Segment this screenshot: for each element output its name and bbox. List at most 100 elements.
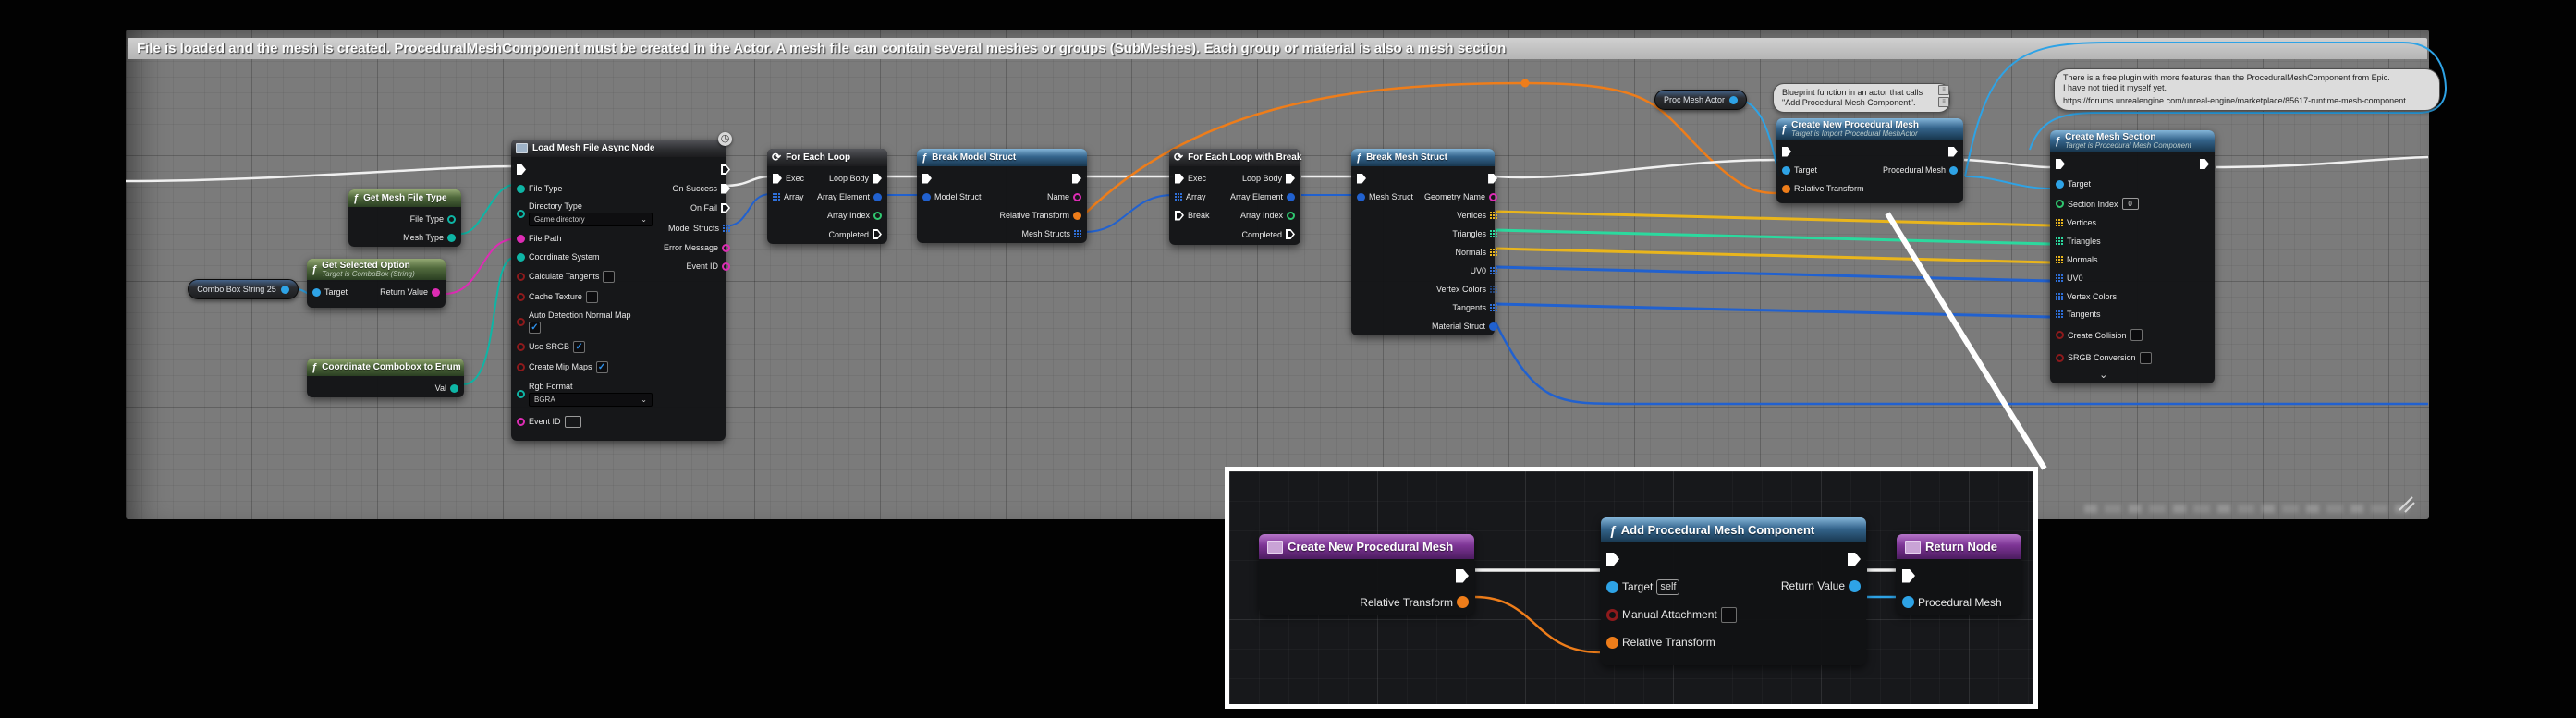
break-model-struct-header[interactable]: ƒBreak Model Struct xyxy=(917,149,1087,166)
array-pin[interactable] xyxy=(1175,193,1182,201)
checkbox[interactable] xyxy=(603,271,615,283)
file-type-pin[interactable] xyxy=(447,215,456,224)
return-value-pin[interactable] xyxy=(432,288,440,297)
proc-mesh-actor[interactable]: Proc Mesh Actor xyxy=(1654,90,1747,110)
array-index-pin[interactable] xyxy=(873,212,882,220)
load-mesh-file-async-node[interactable]: Load Mesh File Async Node◷File TypeDirec… xyxy=(511,140,726,441)
procedural-mesh-pin[interactable] xyxy=(1949,166,1958,175)
create-mip-maps-pin[interactable] xyxy=(517,363,525,371)
relative-transform-pin[interactable] xyxy=(1782,185,1790,193)
note-comment-bubble[interactable]: There is a free plugin with more feature… xyxy=(2054,68,2440,111)
inset-create-new-procedural-mesh-header[interactable]: Create New Procedural Mesh xyxy=(1259,534,1474,559)
triangles-pin[interactable] xyxy=(1490,230,1497,237)
section-index-pin[interactable] xyxy=(2056,200,2064,208)
mesh-struct-pin[interactable] xyxy=(1357,193,1365,201)
get-mesh-file-type[interactable]: ƒGet Mesh File TypeFile TypeMesh Type xyxy=(348,189,461,247)
exec-exec-pin[interactable] xyxy=(773,174,782,184)
bubble-buttons[interactable]: ≡ ≡ xyxy=(1938,85,1949,107)
exec-exec-pin[interactable] xyxy=(1357,174,1366,184)
exec-exec-pin[interactable] xyxy=(1848,553,1861,566)
for-each-loop-header[interactable]: ⟳For Each Loop xyxy=(767,149,887,166)
combo-box-string-25[interactable]: Combo Box String 25 xyxy=(188,279,299,299)
checkbox[interactable] xyxy=(2140,352,2152,364)
exec-exec-pin[interactable] xyxy=(1948,147,1958,157)
uv0-pin[interactable] xyxy=(1490,267,1497,274)
inset-add-procedural-mesh-component[interactable]: ƒAdd Procedural Mesh ComponentTargetself… xyxy=(1601,517,1866,665)
geometry-name-pin[interactable] xyxy=(1489,193,1497,201)
inset-add-procedural-mesh-component-header[interactable]: ƒAdd Procedural Mesh Component xyxy=(1601,517,1866,542)
exec-exec-pin[interactable] xyxy=(1488,174,1497,184)
procedural-mesh-pin[interactable] xyxy=(1902,596,1914,608)
target-pin[interactable] xyxy=(2056,180,2064,189)
note-url[interactable]: https://forums.unrealengine.com/unreal-e… xyxy=(2063,96,2431,106)
vertices-pin[interactable] xyxy=(1490,212,1497,219)
calculate-tangents-pin[interactable] xyxy=(517,273,525,281)
material-struct-pin[interactable] xyxy=(1489,322,1497,331)
normals-pin[interactable] xyxy=(1490,249,1497,256)
bubble-pin-icon[interactable]: ≡ xyxy=(1938,85,1949,95)
text-field[interactable]: 0 xyxy=(2122,198,2139,210)
combo-box-string-25-output-pin[interactable] xyxy=(281,286,289,294)
vertex-colors-pin[interactable] xyxy=(2056,293,2063,300)
exec-exec-pin[interactable] xyxy=(517,164,526,175)
create-collision-pin[interactable] xyxy=(2056,331,2064,339)
exec-on-fail-pin[interactable] xyxy=(721,203,730,213)
target-pin[interactable] xyxy=(1606,581,1618,593)
normals-pin[interactable] xyxy=(2056,256,2063,263)
exec-loop-body-pin[interactable] xyxy=(873,174,882,184)
srgb-conversion-pin[interactable] xyxy=(2056,354,2064,362)
triangles-pin[interactable] xyxy=(2056,237,2063,245)
checkbox[interactable] xyxy=(2130,329,2143,341)
create-mesh-section[interactable]: ƒCreate Mesh SectionTarget is Procedural… xyxy=(2050,130,2215,383)
exec-exec-pin[interactable] xyxy=(2200,159,2209,169)
error-message-pin[interactable] xyxy=(722,244,730,252)
node-comment-bubble[interactable]: Blueprint function in an actor that call… xyxy=(1773,83,1950,113)
tangents-pin[interactable] xyxy=(2056,310,2063,318)
array-pin[interactable] xyxy=(773,193,780,201)
inset-create-new-procedural-mesh[interactable]: Create New Procedural MeshRelative Trans… xyxy=(1259,534,1474,615)
expand-chevron-icon[interactable]: ⌄ xyxy=(2056,371,2152,379)
mesh-type-pin[interactable] xyxy=(447,234,456,242)
checkbox[interactable]: ✓ xyxy=(596,361,608,373)
directory-type-pin[interactable] xyxy=(517,210,525,218)
proc-mesh-actor-output-pin[interactable] xyxy=(1729,96,1738,104)
checkbox[interactable]: ✓ xyxy=(573,341,585,353)
file-type-pin[interactable] xyxy=(517,185,525,193)
exec-break-pin[interactable] xyxy=(1175,211,1184,221)
auto-detection-normal-map-pin[interactable] xyxy=(517,318,525,326)
return-value-pin[interactable] xyxy=(1849,580,1861,592)
exec-exec-pin[interactable] xyxy=(922,174,932,184)
tangents-pin[interactable] xyxy=(1490,304,1497,311)
inset-return-node-header[interactable]: Return Node xyxy=(1897,534,2021,559)
checkbox[interactable] xyxy=(586,291,598,303)
break-model-struct[interactable]: ƒBreak Model StructModel StructNameRelat… xyxy=(917,149,1087,243)
cache-texture-pin[interactable] xyxy=(517,293,525,301)
target-pin[interactable] xyxy=(312,288,321,297)
vertex-colors-pin[interactable] xyxy=(1490,286,1497,293)
array-element-pin[interactable] xyxy=(873,193,882,201)
text-field[interactable] xyxy=(565,416,581,428)
checkbox[interactable]: ✓ xyxy=(529,322,541,334)
exec-loop-body-pin[interactable] xyxy=(1286,174,1295,184)
exec-completed-pin[interactable] xyxy=(1286,229,1295,239)
for-each-loop-with-break-header[interactable]: ⟳For Each Loop with Break xyxy=(1169,149,1300,166)
array-element-pin[interactable] xyxy=(1287,193,1295,201)
use-srgb-pin[interactable] xyxy=(517,343,525,351)
dropdown[interactable]: Game directory⌄ xyxy=(529,213,653,226)
load-mesh-file-async-node-header[interactable]: Load Mesh File Async Node xyxy=(511,140,726,157)
get-selected-option-header[interactable]: ƒGet Selected OptionTarget is ComboBox (… xyxy=(307,259,446,280)
break-mesh-struct-header[interactable]: ƒBreak Mesh Struct xyxy=(1351,149,1495,166)
bubble-size-icon[interactable]: ≡ xyxy=(1938,97,1949,107)
relative-transform-pin[interactable] xyxy=(1073,212,1081,220)
coordinate-combobox-to-enum-header[interactable]: ƒCoordinate Combobox to Enum xyxy=(307,359,464,376)
file-path-pin[interactable] xyxy=(517,235,525,243)
model-struct-pin[interactable] xyxy=(922,193,931,201)
exec-exec-pin[interactable] xyxy=(2056,159,2065,169)
vertices-pin[interactable] xyxy=(2056,219,2063,226)
for-each-loop[interactable]: ⟳For Each LoopExecArrayLoop BodyArray El… xyxy=(767,149,887,244)
exec-completed-pin[interactable] xyxy=(873,229,882,239)
exec-exec-pin[interactable] xyxy=(1902,569,1915,583)
break-mesh-struct[interactable]: ƒBreak Mesh StructMesh StructGeometry Na… xyxy=(1351,149,1495,335)
exec-exec-pin[interactable] xyxy=(1606,553,1619,566)
relative-transform-pin[interactable] xyxy=(1606,637,1618,649)
